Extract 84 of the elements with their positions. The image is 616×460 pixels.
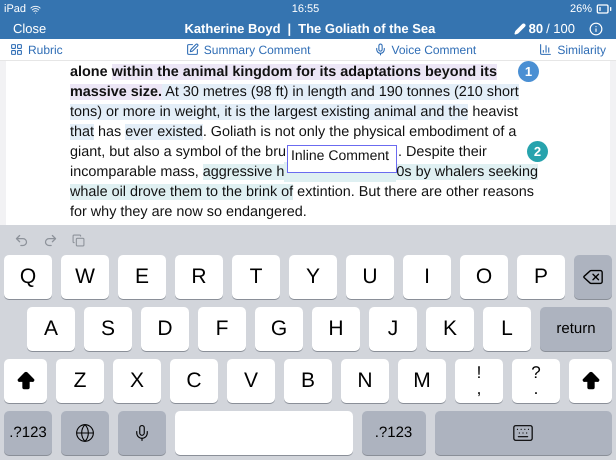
return-key[interactable]: return xyxy=(540,307,612,351)
body-text: extintion. But there are other reasons xyxy=(296,184,534,200)
keyboard-icon xyxy=(512,422,534,444)
score: 80 xyxy=(528,20,544,38)
body-text: At 30 metres (98 ft) in length and 190 tonnes (210 short xyxy=(162,84,519,100)
numbers-key[interactable]: .?123 xyxy=(4,411,52,455)
globe-key[interactable] xyxy=(61,411,109,455)
body-text: massive size. xyxy=(70,84,162,100)
wifi-icon xyxy=(30,4,42,14)
body-text: tons) or more in weight, it is the largest existing animal and the xyxy=(70,104,468,120)
key[interactable]: C xyxy=(170,359,218,403)
key[interactable]: O xyxy=(460,255,508,299)
pencil-icon xyxy=(514,22,526,34)
key-label: ! xyxy=(476,365,482,381)
key[interactable]: G xyxy=(255,307,303,351)
body-text: within the animal kingdom for its adaptations beyond its xyxy=(112,64,497,80)
body-text: whale oil drove them to the brink of xyxy=(70,184,294,200)
key[interactable]: A xyxy=(27,307,75,351)
body-text: that xyxy=(70,124,94,140)
title-separator: | xyxy=(288,20,292,38)
key[interactable]: M xyxy=(398,359,446,403)
key[interactable]: L xyxy=(483,307,531,351)
key[interactable]: B xyxy=(284,359,332,403)
toolbar-button[interactable]: Similarity xyxy=(539,40,606,58)
key[interactable]: Z xyxy=(56,359,104,403)
key[interactable]: ! , xyxy=(455,359,503,403)
delete-key[interactable] xyxy=(574,255,612,299)
key[interactable]: V xyxy=(227,359,275,403)
key[interactable]: ? . xyxy=(512,359,560,403)
edit-icon xyxy=(186,43,199,56)
info-icon[interactable] xyxy=(588,22,603,36)
key[interactable]: E xyxy=(118,255,166,299)
globe-icon xyxy=(75,423,95,443)
key[interactable]: Q xyxy=(4,255,52,299)
key[interactable]: H xyxy=(312,307,360,351)
key-label: ? xyxy=(531,365,541,381)
key[interactable]: W xyxy=(61,255,109,299)
dictation-key[interactable] xyxy=(118,411,166,455)
body-text: ever existed xyxy=(125,124,203,140)
close-button[interactable]: Close xyxy=(13,18,46,38)
body-text: . Despite their xyxy=(398,144,487,160)
body-text: has xyxy=(97,124,122,140)
key[interactable]: X xyxy=(113,359,161,403)
shift-key[interactable] xyxy=(569,359,612,403)
student-name: Katherine Boyd xyxy=(184,20,281,38)
body-text: 0s by whalers seeking xyxy=(396,164,538,180)
microphone-icon xyxy=(133,424,151,442)
key[interactable]: J xyxy=(369,307,417,351)
key[interactable]: P xyxy=(517,255,565,299)
battery-percent: 26% xyxy=(570,2,592,17)
chart-icon xyxy=(539,43,552,56)
shift-icon xyxy=(14,370,36,392)
toolbar-button[interactable]: Rubric xyxy=(10,40,63,58)
mic-icon xyxy=(374,43,387,56)
toolbar-button[interactable]: Voice Comment xyxy=(374,40,476,58)
body-text: alone xyxy=(70,64,109,80)
key-label: . xyxy=(534,381,538,397)
document-title: The Goliath of the Sea xyxy=(298,20,436,38)
grid-icon xyxy=(10,43,23,56)
body-text: aggressive h xyxy=(202,164,284,180)
clock: 16:55 xyxy=(292,2,320,17)
key[interactable]: Y xyxy=(289,255,337,299)
key[interactable]: D xyxy=(141,307,189,351)
body-text: giant, but also a symbol of the bru xyxy=(70,144,286,160)
key[interactable]: I xyxy=(403,255,451,299)
score-total: / 100 xyxy=(546,20,575,38)
shift-key[interactable] xyxy=(4,359,47,403)
key[interactable]: T xyxy=(232,255,280,299)
body-text: incomparable mass, xyxy=(70,164,200,180)
inline-comment-field[interactable]: Inline Comment xyxy=(287,145,397,173)
key[interactable]: K xyxy=(426,307,474,351)
body-text: . Goliath is not only the physical embodiment of a xyxy=(202,124,516,140)
device-name: iPad xyxy=(4,2,26,17)
key[interactable]: R xyxy=(175,255,223,299)
key-label: , xyxy=(476,381,482,397)
key[interactable]: N xyxy=(341,359,389,403)
body-text: heavist xyxy=(471,104,518,120)
key[interactable]: U xyxy=(346,255,394,299)
toolbar-button[interactable]: Summary Comment xyxy=(186,40,310,58)
shift-icon xyxy=(580,370,602,392)
body-text: for why they are now so endangered. xyxy=(70,204,307,220)
numbers-key[interactable]: .?123 xyxy=(362,411,426,455)
key[interactable]: F xyxy=(198,307,246,351)
key[interactable]: S xyxy=(84,307,132,351)
